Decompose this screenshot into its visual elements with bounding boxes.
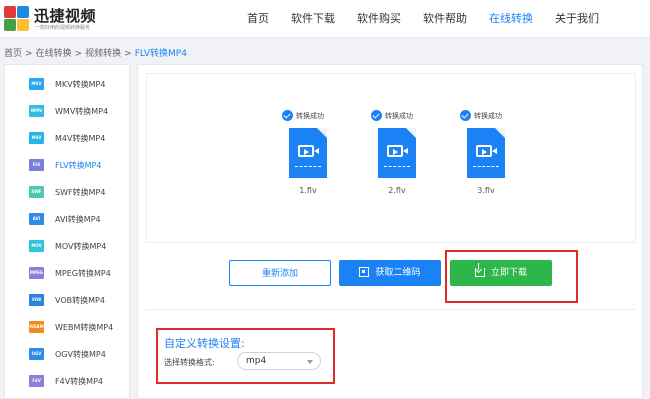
sidebar-item[interactable]: MOV MOV转换MP4 — [5, 233, 129, 260]
format-icon: OGV — [29, 348, 44, 360]
sidebar-item[interactable]: FLV FLV转换MP4 — [5, 152, 129, 179]
file-item[interactable]: 转换成功 2.flv — [371, 110, 431, 200]
sidebar-item-label: MKV转换MP4 — [55, 80, 106, 89]
sidebar-item-label: VOB转换MP4 — [55, 296, 105, 305]
status-text: 转换成功 — [296, 112, 324, 120]
file-name: 3.flv — [477, 186, 495, 195]
readd-button[interactable]: 重新添加 — [229, 260, 331, 286]
check-icon — [371, 110, 382, 121]
format-select[interactable]: mp4 — [237, 352, 321, 370]
sidebar-item[interactable]: F4V F4V转换MP4 — [5, 368, 129, 395]
sidebar-item-label: WMV转换MP4 — [55, 107, 109, 116]
download-now-button[interactable]: 立即下载 — [450, 260, 552, 286]
format-icon: FLV — [29, 159, 44, 171]
get-qrcode-button[interactable]: 获取二维码 — [339, 260, 441, 286]
sidebar-item-label: AVI转换MP4 — [55, 215, 101, 224]
video-file-icon — [289, 128, 327, 178]
check-icon — [282, 110, 293, 121]
breadcrumb-home[interactable]: 首页 — [4, 49, 22, 59]
nav-software-purchase[interactable]: 软件购买 — [357, 0, 401, 38]
format-icon: WMV — [29, 105, 44, 117]
format-value: mp4 — [246, 356, 267, 366]
sidebar-item-label: MOV转换MP4 — [55, 242, 107, 251]
logo-name: 迅捷视频 — [34, 7, 97, 25]
logo[interactable]: 迅捷视频 一款好用的视频转换服务 — [4, 4, 114, 34]
sidebar-item[interactable]: MKV MKV转换MP4 — [5, 71, 129, 98]
file-name: 2.flv — [388, 186, 406, 195]
main-nav: 首页 软件下载 软件购买 软件帮助 在线转换 关于我们 — [247, 0, 621, 38]
nav-software-help[interactable]: 软件帮助 — [423, 0, 467, 38]
nav-software-download[interactable]: 软件下载 — [291, 0, 335, 38]
file-status: 转换成功 — [371, 110, 441, 124]
sidebar-item[interactable]: MPEG MPEG转换MP4 — [5, 260, 129, 287]
chevron-down-icon — [307, 360, 313, 364]
sidebar-item[interactable]: WMV WMV转换MP4 — [5, 98, 129, 125]
sidebar-item[interactable]: AVI AVI转换MP4 — [5, 206, 129, 233]
sidebar-item[interactable]: SWF SWF转换MP4 — [5, 179, 129, 206]
format-icon: MOV — [29, 240, 44, 252]
top-header: 迅捷视频 一款好用的视频转换服务 首页 软件下载 软件购买 软件帮助 在线转换 … — [0, 0, 650, 38]
breadcrumb-online-convert[interactable]: 在线转换 — [36, 49, 72, 59]
sidebar-item-label: WEBM转换MP4 — [55, 323, 114, 332]
sidebar-item[interactable]: VOB VOB转换MP4 — [5, 287, 129, 314]
file-name: 1.flv — [299, 186, 317, 195]
file-status: 转换成功 — [460, 110, 530, 124]
download-icon — [474, 262, 485, 277]
logo-icon — [4, 6, 30, 32]
breadcrumb: 首页 > 在线转换 > 视频转换 > FLV转换MP4 — [4, 49, 187, 59]
sidebar-item-label: SWF转换MP4 — [55, 188, 106, 197]
logo-slogan: 一款好用的视频转换服务 — [35, 25, 91, 31]
nav-home[interactable]: 首页 — [247, 0, 269, 38]
sidebar: MKV MKV转换MP4 WMV WMV转换MP4 M4V M4V转换MP4 FLV FLV转… — [4, 64, 130, 399]
format-label: 选择转换格式: — [164, 358, 215, 367]
sidebar-item-label: MPEG转换MP4 — [55, 269, 111, 278]
status-text: 转换成功 — [385, 112, 413, 120]
sidebar-item-label: M4V转换MP4 — [55, 134, 106, 143]
check-icon — [460, 110, 471, 121]
qrcode-icon — [359, 267, 370, 277]
sidebar-item-label: OGV转换MP4 — [55, 350, 106, 359]
status-text: 转换成功 — [474, 112, 502, 120]
file-status: 转换成功 — [282, 110, 352, 124]
file-item[interactable]: 转换成功 1.flv — [282, 110, 342, 200]
format-icon: MPEG — [29, 267, 44, 279]
qrcode-label: 获取二维码 — [375, 268, 421, 278]
main-panel: 转换成功 1.flv 转换成功 2.flv 转换成功 3.flv 重新添加 获取… — [137, 64, 643, 399]
video-file-icon — [467, 128, 505, 178]
sidebar-item[interactable]: OGV OGV转换MP4 — [5, 341, 129, 368]
divider — [146, 309, 636, 310]
format-icon: WEBM — [29, 321, 44, 333]
format-icon: SWF — [29, 186, 44, 198]
sidebar-item-label: F4V转换MP4 — [55, 377, 103, 386]
format-icon: VOB — [29, 294, 44, 306]
format-icon: M4V — [29, 132, 44, 144]
download-label: 立即下载 — [490, 268, 527, 278]
sidebar-item[interactable]: WEBM WEBM转换MP4 — [5, 314, 129, 341]
sidebar-item-label: FLV转换MP4 — [55, 161, 102, 170]
readd-label: 重新添加 — [261, 269, 298, 279]
sidebar-item[interactable]: M4V M4V转换MP4 — [5, 125, 129, 152]
breadcrumb-video-convert[interactable]: 视频转换 — [85, 49, 121, 59]
format-icon: AVI — [29, 213, 44, 225]
format-icon: MKV — [29, 78, 44, 90]
custom-settings-title: 自定义转换设置: — [164, 337, 245, 350]
breadcrumb-current: FLV转换MP4 — [134, 49, 187, 59]
nav-about-us[interactable]: 关于我们 — [555, 0, 599, 38]
nav-online-convert[interactable]: 在线转换 — [489, 0, 533, 38]
video-file-icon — [378, 128, 416, 178]
format-icon: F4V — [29, 375, 44, 387]
file-item[interactable]: 转换成功 3.flv — [460, 110, 520, 200]
converted-files-area: 转换成功 1.flv 转换成功 2.flv 转换成功 3.flv — [146, 73, 636, 243]
